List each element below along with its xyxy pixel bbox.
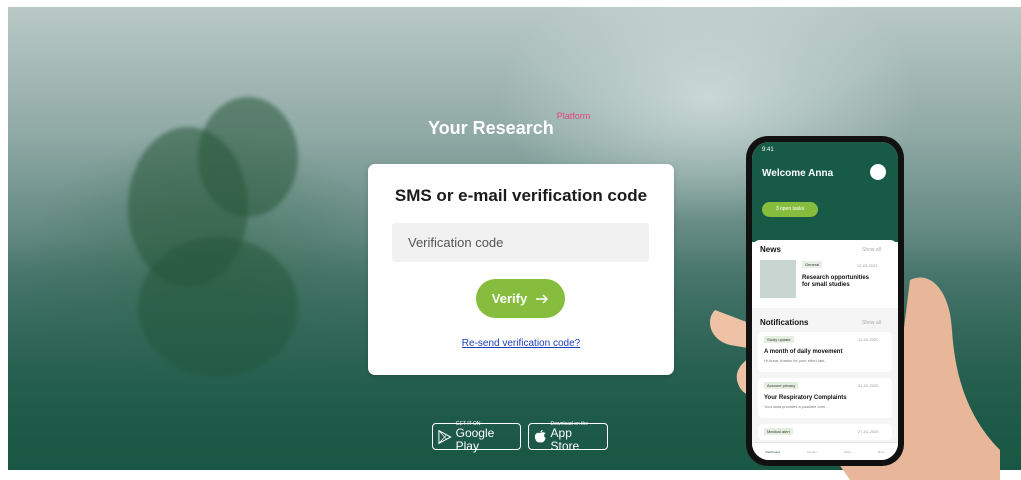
notification-date: 31-02-2020 [858, 383, 879, 388]
notifications-show-all: Show all [862, 320, 881, 326]
notification-body: Your data provides a possible corri... [764, 404, 829, 409]
plant-shape [138, 237, 298, 377]
google-play-badge[interactable]: GET IT ON Google Play [432, 421, 521, 453]
google-big-text: Google Play [455, 425, 495, 453]
news-show-all: Show all [862, 247, 881, 253]
brand-name: Your Research [428, 118, 554, 138]
nav-studies: Studies [806, 450, 817, 454]
apple-big-text: App Store [550, 425, 580, 453]
verify-label: Verify [491, 291, 528, 306]
notification-title: A month of daily movement [764, 349, 843, 355]
news-date: 12-03-2023 [857, 263, 878, 268]
notification-date: 27-01-2020 [858, 429, 879, 434]
notification-tag: Medical alert [764, 428, 793, 435]
apple-icon [534, 429, 546, 443]
brand-logo: Your ResearchPlatform [428, 111, 590, 139]
arrow-right-icon [536, 293, 549, 304]
welcome-text: Welcome Anna [762, 168, 834, 179]
notification-tag: Account privacy [764, 382, 799, 389]
card-title: SMS or e-mail verification code [394, 186, 648, 205]
plant-shape [198, 97, 298, 217]
news-title: News [760, 245, 781, 254]
google-play-icon [438, 429, 452, 444]
notification-body: Hi Anna, thanks for your effort last... [764, 358, 828, 363]
nav-tasks: Tasks [843, 450, 852, 454]
app-header [752, 142, 898, 242]
phone-bottom-nav: Dashboard Studies Tasks More [752, 442, 898, 460]
notification-title: Your Respiratory Complaints [764, 395, 847, 401]
verification-code-input[interactable] [392, 223, 649, 262]
verification-card: SMS or e-mail verification code Verify R… [368, 164, 674, 375]
phone-mockup: 9:41 Welcome Anna 3 open tasks News Show… [746, 136, 904, 466]
notification-date: 12-02-2020 [858, 337, 879, 342]
news-headline: Research opportunities for small studies [802, 275, 870, 288]
brand-superscript: Platform [556, 111, 591, 121]
verify-button[interactable]: Verify [476, 279, 565, 318]
news-thumbnail [760, 260, 796, 298]
open-tasks-button: 3 open tasks [762, 202, 818, 217]
phone-screen: 9:41 Welcome Anna 3 open tasks News Show… [752, 142, 898, 460]
nav-more: More [877, 450, 885, 454]
notification-tag: Study update [764, 336, 794, 343]
news-tag: General [802, 261, 823, 268]
phone-time: 9:41 [762, 147, 774, 153]
resend-code-link[interactable]: Re-send verification code? [368, 338, 674, 349]
app-store-badge[interactable]: Download on the App Store [528, 421, 608, 453]
nav-dashboard: Dashboard [765, 450, 781, 454]
avatar [870, 164, 886, 180]
notifications-title: Notifications [760, 318, 809, 327]
